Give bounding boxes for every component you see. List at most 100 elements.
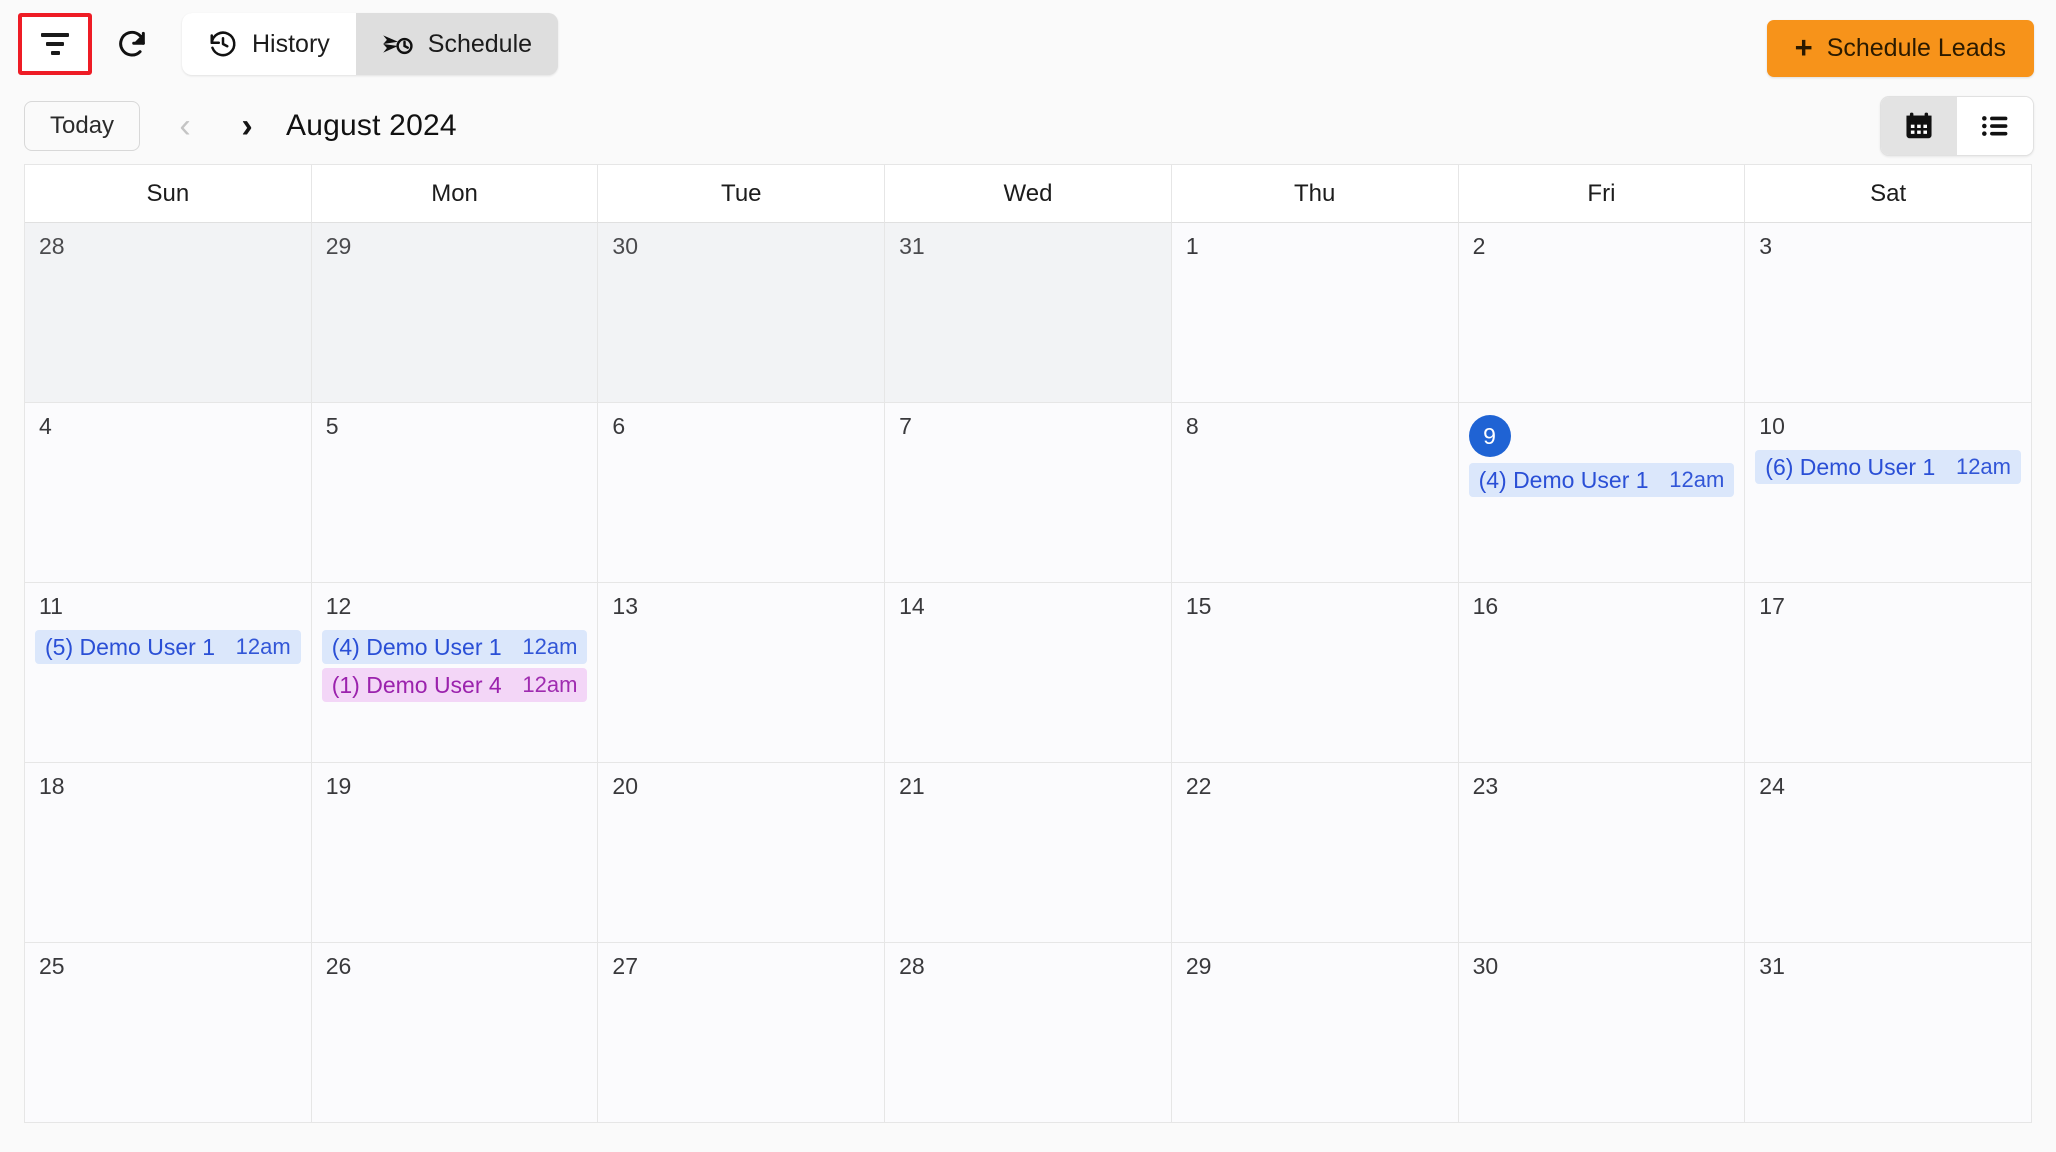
month-title: August 2024 bbox=[286, 109, 457, 142]
month-calendar: Sun Mon Tue Wed Thu Fri Sat 28 29 30 31 1 2 3 4 5 6 7 8 9(… bbox=[24, 164, 2032, 1123]
send-clock-icon bbox=[383, 35, 413, 55]
day-cell[interactable]: 11 (5) Demo User 1 12am bbox=[25, 583, 312, 763]
day-header-sun: Sun bbox=[25, 165, 312, 223]
refresh-button[interactable] bbox=[104, 16, 160, 72]
day-cell[interactable]: 22 bbox=[1171, 763, 1459, 943]
day-cell[interactable]: 23 bbox=[1458, 763, 1746, 943]
day-cell[interactable]: 31 bbox=[1745, 943, 2032, 1123]
day-cell[interactable]: 9 (4) Demo User 1 12am bbox=[1458, 403, 1746, 583]
day-cell[interactable]: 2 bbox=[1458, 223, 1746, 403]
day-cell[interactable]: 6 bbox=[598, 403, 886, 583]
list-view-button[interactable] bbox=[1957, 97, 2033, 155]
calendar-icon bbox=[1906, 112, 1932, 139]
day-cell[interactable]: 16 bbox=[1458, 583, 1746, 763]
next-month-button[interactable]: › bbox=[224, 101, 270, 151]
day-cell[interactable]: 13 bbox=[598, 583, 886, 763]
calendar-view-button[interactable] bbox=[1881, 97, 1957, 155]
calendar-event[interactable]: (4) Demo User 1 12am bbox=[321, 630, 588, 664]
day-cell[interactable]: 21 bbox=[885, 763, 1172, 943]
day-events: (4) Demo User 1 12am bbox=[1468, 463, 1735, 497]
day-cell[interactable]: 5 bbox=[311, 403, 599, 583]
day-number: 31 bbox=[899, 233, 925, 259]
day-number: 12 bbox=[325, 593, 352, 619]
day-cell[interactable]: 30 bbox=[598, 223, 886, 403]
history-clock-icon bbox=[210, 31, 236, 57]
day-number: 29 bbox=[1185, 953, 1212, 979]
day-cell[interactable]: 19 bbox=[311, 763, 599, 943]
day-number: 1 bbox=[1185, 233, 1199, 259]
day-cell[interactable]: 28 bbox=[25, 223, 312, 403]
day-cell[interactable]: 26 bbox=[311, 943, 599, 1123]
event-title: (5) Demo User 1 bbox=[45, 633, 215, 660]
day-number: 4 bbox=[39, 413, 52, 439]
previous-month-button[interactable]: ‹ bbox=[162, 101, 208, 151]
day-header-wed: Wed bbox=[885, 165, 1172, 223]
day-events: (5) Demo User 1 12am bbox=[35, 630, 301, 664]
calendar-day-headers: Sun Mon Tue Wed Thu Fri Sat bbox=[25, 165, 2032, 223]
day-cell[interactable]: 14 bbox=[885, 583, 1172, 763]
day-number: 20 bbox=[612, 773, 639, 799]
day-cell[interactable]: 7 bbox=[885, 403, 1172, 583]
plus-icon: + bbox=[1794, 30, 1813, 65]
today-badge: 9 bbox=[1468, 415, 1511, 457]
refresh-icon bbox=[119, 30, 145, 57]
day-number: 2 bbox=[1472, 233, 1486, 259]
today-button[interactable]: Today bbox=[24, 101, 141, 151]
event-title: (1) Demo User 4 bbox=[331, 671, 502, 698]
mode-segmented-control: History Schedule bbox=[182, 13, 559, 75]
day-number: 26 bbox=[325, 953, 352, 979]
day-number: 6 bbox=[612, 413, 626, 439]
day-number: 14 bbox=[899, 593, 925, 619]
day-cell[interactable]: 30 bbox=[1458, 943, 1746, 1123]
day-header-thu: Thu bbox=[1171, 165, 1459, 223]
day-number: 19 bbox=[325, 773, 352, 799]
calendar-event[interactable]: (1) Demo User 4 12am bbox=[321, 668, 588, 702]
day-cell[interactable]: 27 bbox=[598, 943, 886, 1123]
day-cell[interactable]: 28 bbox=[885, 943, 1172, 1123]
event-time: 12am bbox=[1669, 467, 1725, 492]
day-number: 23 bbox=[1472, 773, 1499, 799]
day-cell[interactable]: 25 bbox=[25, 943, 312, 1123]
day-cell[interactable]: 15 bbox=[1171, 583, 1459, 763]
event-title: (6) Demo User 1 bbox=[1765, 453, 1936, 480]
day-cell[interactable]: 29 bbox=[1171, 943, 1459, 1123]
calendar-nav-bar: Today ‹ › August 2024 bbox=[0, 88, 2056, 164]
filter-button[interactable] bbox=[18, 13, 92, 75]
day-number: 24 bbox=[1759, 773, 1785, 799]
day-number: 27 bbox=[612, 953, 639, 979]
top-toolbar: History Schedule + Schedule Leads bbox=[0, 0, 2056, 88]
day-cell[interactable]: 8 bbox=[1171, 403, 1459, 583]
tab-history[interactable]: History bbox=[182, 13, 356, 75]
day-cell[interactable]: 17 bbox=[1745, 583, 2032, 763]
day-number: 8 bbox=[1185, 413, 1199, 439]
day-number: 17 bbox=[1759, 593, 1785, 619]
day-cell[interactable]: 10 (6) Demo User 1 12am bbox=[1745, 403, 2032, 583]
list-icon bbox=[1982, 116, 2008, 136]
day-number: 22 bbox=[1185, 773, 1212, 799]
day-cell[interactable]: 20 bbox=[598, 763, 886, 943]
schedule-leads-button[interactable]: + Schedule Leads bbox=[1766, 20, 2034, 77]
day-number: 3 bbox=[1759, 233, 1773, 259]
day-number: 5 bbox=[325, 413, 339, 439]
day-cell[interactable]: 29 bbox=[311, 223, 599, 403]
filter-icon bbox=[41, 33, 69, 55]
day-cell[interactable]: 1 bbox=[1171, 223, 1459, 403]
calendar-event[interactable]: (5) Demo User 1 12am bbox=[35, 630, 301, 664]
day-cell[interactable]: 31 bbox=[885, 223, 1172, 403]
day-number: 25 bbox=[39, 953, 65, 979]
day-number: 18 bbox=[39, 773, 65, 799]
day-cell[interactable]: 4 bbox=[25, 403, 312, 583]
calendar-event[interactable]: (4) Demo User 1 12am bbox=[1468, 463, 1735, 497]
day-header-fri: Fri bbox=[1458, 165, 1746, 223]
day-cell[interactable]: 12 (4) Demo User 1 12am (1) Demo User 4 12am bbox=[311, 583, 599, 763]
day-cell[interactable]: 3 bbox=[1745, 223, 2032, 403]
day-cell[interactable]: 18 bbox=[25, 763, 312, 943]
day-number: 21 bbox=[899, 773, 925, 799]
day-number: 13 bbox=[612, 593, 639, 619]
day-cell[interactable]: 24 bbox=[1745, 763, 2032, 943]
calendar-grid: 28 29 30 31 1 2 3 4 5 6 7 8 9 (4) Demo User 1 12am 10 (6… bbox=[25, 223, 2032, 1123]
day-header-sat: Sat bbox=[1745, 165, 2032, 223]
day-number: 16 bbox=[1472, 593, 1499, 619]
tab-schedule[interactable]: Schedule bbox=[355, 13, 559, 75]
calendar-event[interactable]: (6) Demo User 1 12am bbox=[1755, 450, 2021, 484]
